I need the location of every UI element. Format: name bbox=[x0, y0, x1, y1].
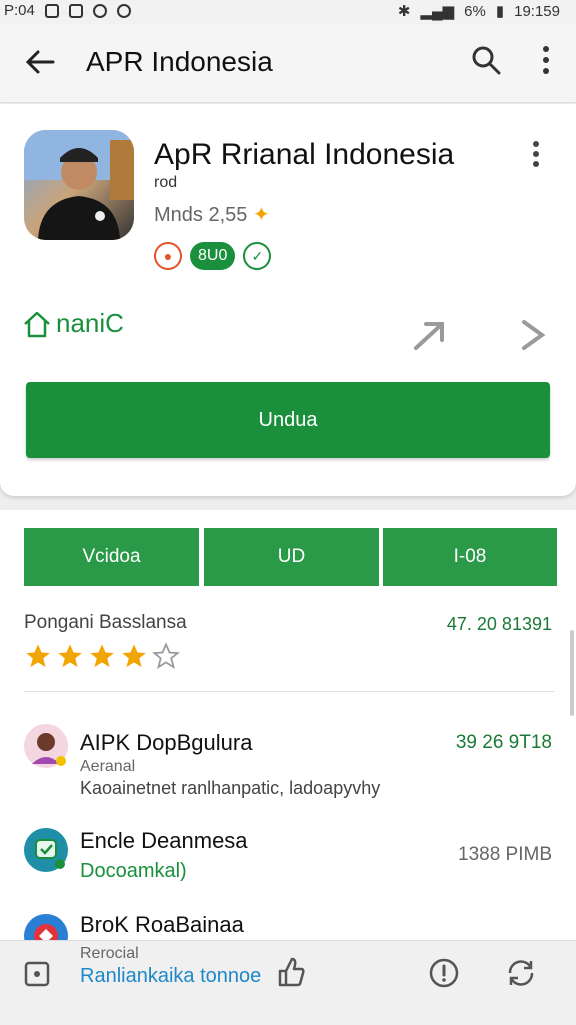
message-icon bbox=[68, 3, 83, 18]
star-filled-icon bbox=[26, 644, 50, 668]
home-link[interactable]: naniC bbox=[22, 308, 124, 339]
list-item-value: 1388 PIMB bbox=[458, 844, 552, 865]
badge-row: ● 8U0 ✓ bbox=[154, 242, 272, 270]
app-list-avatar bbox=[24, 828, 68, 872]
install-button-label: Undua bbox=[258, 408, 318, 431]
page-title: APR Indonesia bbox=[86, 46, 273, 77]
list-item-title: Encle Deanmesa bbox=[80, 828, 248, 853]
list-item-subtitle: Aeranal bbox=[80, 758, 136, 775]
status-bar: P:04 ✱ ▂▄▆ 6% ▮ 19:159 bbox=[0, 0, 576, 24]
battery-level: 6% bbox=[464, 2, 486, 20]
star-filled-icon bbox=[90, 644, 114, 668]
star-rating bbox=[24, 642, 180, 670]
reviewer-avatar bbox=[24, 724, 68, 768]
list-item[interactable]: AIPK DopBgulura Aeranal Kaoainetnet ranl… bbox=[0, 716, 576, 812]
bookmark-icon bbox=[24, 961, 50, 987]
list-item[interactable]: Encle Deanmesa Docoamkal) 1388 PIMB bbox=[0, 822, 576, 902]
star-empty-icon bbox=[152, 642, 180, 669]
rating-count: 47. 20 81391 bbox=[446, 614, 552, 634]
app-name: ApR Rrianal Indonesia bbox=[154, 138, 455, 171]
list-item-description: Ranliankaika tonnoe bbox=[80, 965, 262, 987]
like-button[interactable] bbox=[276, 955, 306, 994]
chat-bubble-icon bbox=[35, 839, 65, 869]
search-icon bbox=[472, 46, 501, 75]
list-item-subtitle: Rerocial bbox=[80, 945, 139, 962]
list-item-value: 39 26 9T18 bbox=[455, 732, 552, 753]
share-button[interactable] bbox=[412, 318, 448, 357]
app-bar: APR Indonesia bbox=[0, 24, 576, 103]
tab-ud[interactable]: UD bbox=[204, 528, 379, 586]
scrollbar[interactable] bbox=[570, 630, 574, 716]
next-button[interactable] bbox=[516, 318, 550, 357]
tab-video-label: Vcidoa bbox=[82, 546, 141, 567]
app-meta-text: Mnds 2,55 bbox=[154, 204, 248, 226]
app-icon bbox=[24, 130, 134, 240]
content-badge: 8U0 bbox=[190, 242, 236, 270]
card-menu-button[interactable] bbox=[532, 140, 540, 173]
thumbs-up-icon bbox=[278, 957, 305, 987]
share-arrow-icon bbox=[414, 322, 444, 350]
star-filled-icon bbox=[58, 644, 82, 668]
more-vert-icon bbox=[533, 141, 539, 167]
install-button[interactable]: Undua bbox=[26, 382, 550, 458]
list-item-description: Kaoainetnet ranlhanpatic, ladoapyvhy bbox=[80, 778, 381, 798]
back-arrow-icon bbox=[25, 50, 55, 74]
refresh-button[interactable] bbox=[504, 957, 538, 994]
notification-icon bbox=[44, 3, 59, 18]
rating-label: Pongani Basslansa bbox=[24, 612, 187, 633]
list-item-subtitle: Docoamkal) bbox=[80, 860, 187, 882]
person-photo-icon bbox=[24, 130, 134, 240]
home-icon bbox=[24, 311, 50, 337]
status-left: P:04 bbox=[4, 2, 131, 19]
location-icon bbox=[116, 3, 131, 18]
app-header-card: ApR Rrianal Indonesia rod Mnds 2,55 ✦ ● … bbox=[0, 104, 576, 496]
refresh-icon bbox=[508, 960, 534, 986]
overflow-menu-button[interactable] bbox=[526, 40, 566, 80]
status-time-left: P:04 bbox=[4, 2, 35, 19]
divider bbox=[24, 691, 554, 692]
tab-i08[interactable]: I-08 bbox=[383, 528, 557, 586]
back-button[interactable] bbox=[20, 42, 60, 82]
star-small-icon: ✦ bbox=[252, 204, 270, 226]
content-badge-label: 8U0 bbox=[198, 247, 228, 264]
person-avatar-icon bbox=[32, 733, 66, 766]
chevron-right-icon bbox=[522, 320, 546, 350]
battery-icon: ▮ bbox=[495, 3, 505, 20]
tab-i08-label: I-08 bbox=[453, 546, 487, 567]
tab-video[interactable]: Vcidoa bbox=[24, 528, 199, 586]
alert-circle-icon bbox=[429, 958, 459, 988]
list-item-title: BroK RoaBainaa bbox=[80, 912, 244, 937]
bluetooth-icon: ✱ bbox=[397, 3, 411, 20]
report-button[interactable] bbox=[428, 957, 460, 994]
list-item-title: AIPK DopBgulura bbox=[80, 730, 253, 755]
sync-icon bbox=[92, 3, 107, 18]
search-button[interactable] bbox=[466, 40, 506, 80]
app-subtitle: rod bbox=[154, 174, 178, 191]
app-meta: Mnds 2,55 ✦ bbox=[154, 202, 270, 227]
status-time-right: 19:159 bbox=[514, 2, 560, 20]
status-right: ✱ ▂▄▆ 6% ▮ 19:159 bbox=[397, 2, 560, 21]
bookmark-button[interactable] bbox=[22, 959, 52, 994]
more-vert-icon bbox=[543, 46, 549, 74]
chat-badge-icon: ✓ bbox=[243, 242, 272, 270]
star-filled-icon bbox=[122, 644, 146, 668]
rating-badge-icon: ● bbox=[154, 242, 182, 270]
home-link-label: naniC bbox=[56, 308, 124, 338]
signal-icon: ▂▄▆ bbox=[420, 3, 455, 20]
tab-ud-label: UD bbox=[277, 546, 306, 567]
bottom-action-bar: Rerocial Ranliankaika tonnoe bbox=[0, 940, 576, 1025]
